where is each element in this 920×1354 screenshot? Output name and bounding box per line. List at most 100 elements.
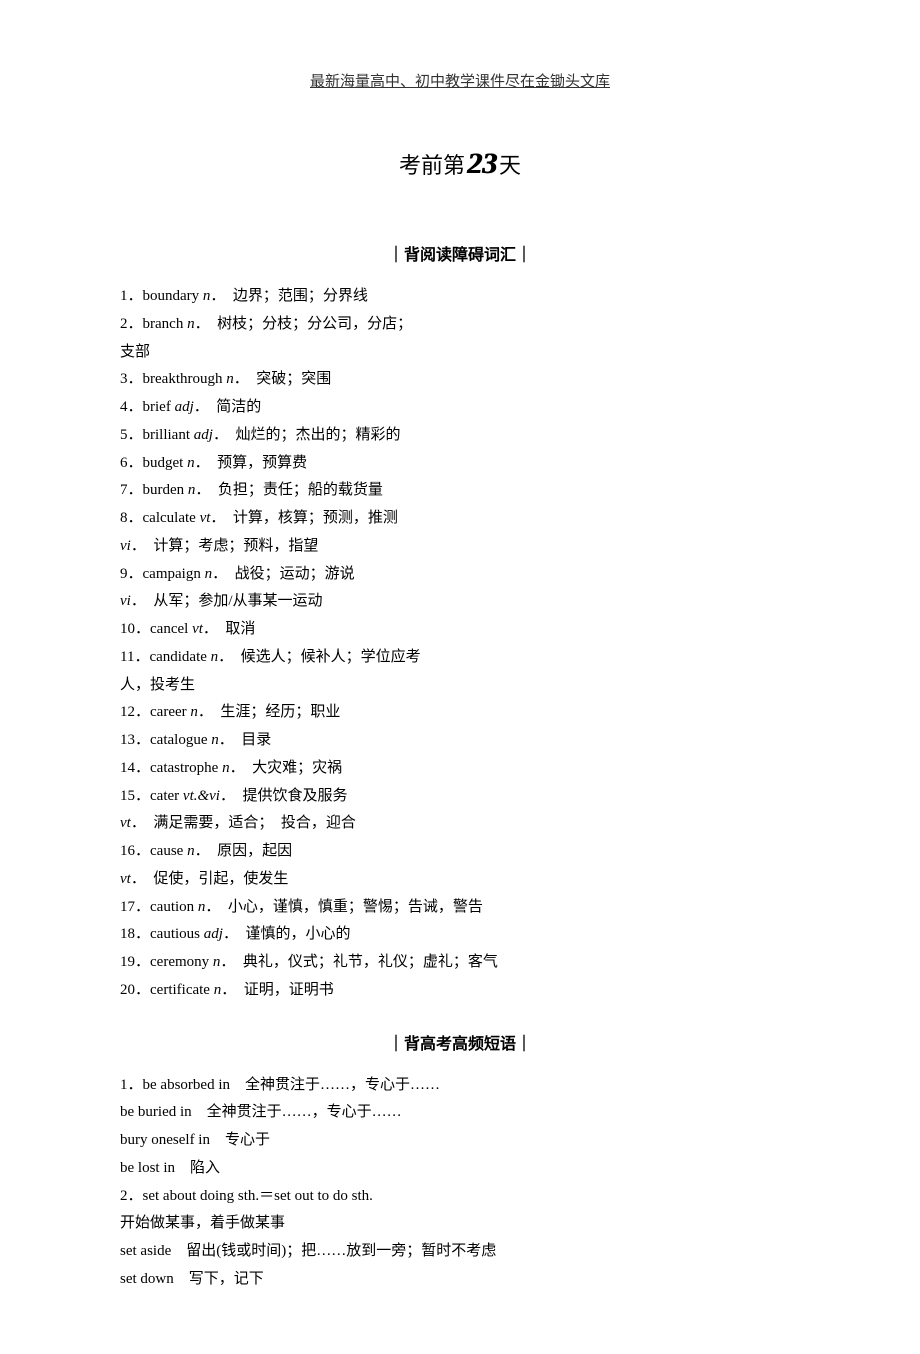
entry-number: 1． bbox=[120, 288, 143, 304]
entry-definition: 专心于 bbox=[210, 1132, 270, 1148]
vocab-entry: 16．cause n． 原因，起因 bbox=[120, 838, 800, 866]
entry-number: 18． bbox=[120, 926, 150, 942]
vocab-entry: 18．cautious adj． 谨慎的，小心的 bbox=[120, 921, 800, 949]
entry-definition: 开始做某事，着手做某事 bbox=[120, 1215, 285, 1231]
entry-definition: ． 候选人；候补人；学位应考 bbox=[218, 649, 421, 665]
entry-definition: ． 树枝；分枝；分公司，分店； bbox=[195, 316, 413, 332]
vocab-entry: 17．caution n． 小心，谨慎，慎重；警惕；告诫，警告 bbox=[120, 894, 800, 922]
vocab-entry: be buried in 全神贯注于……，专心于…… bbox=[120, 1099, 800, 1127]
entry-number: 6． bbox=[120, 455, 143, 471]
entry-word: cause bbox=[150, 843, 187, 859]
entry-number: 2． bbox=[120, 316, 143, 332]
entry-word: cancel bbox=[150, 621, 192, 637]
entry-pos: n bbox=[211, 732, 219, 748]
entry-word: career bbox=[150, 704, 190, 720]
entry-word: burden bbox=[143, 482, 188, 498]
header-text: 最新海量高中、初中教学课件尽在金锄头文库 bbox=[310, 74, 610, 90]
section-heading: ｜背阅读障碍词汇｜ bbox=[120, 241, 800, 265]
content-sections: ｜背阅读障碍词汇｜1．boundary n． 边界；范围；分界线2．branch… bbox=[120, 241, 800, 1294]
vocab-entry: 14．catastrophe n． 大灾难；灾祸 bbox=[120, 755, 800, 783]
entry-number: 13． bbox=[120, 732, 150, 748]
entry-number: 17． bbox=[120, 899, 150, 915]
entry-word: brief bbox=[143, 399, 175, 415]
vocab-entry: set down 写下，记下 bbox=[120, 1266, 800, 1294]
vocab-entry: 开始做某事，着手做某事 bbox=[120, 1210, 800, 1238]
entry-pos: n bbox=[187, 316, 195, 332]
vocab-entry: 8．calculate vt． 计算，核算；预测，推测 bbox=[120, 505, 800, 533]
entry-pos: adj bbox=[194, 427, 213, 443]
vocab-entry: 2．branch n． 树枝；分枝；分公司，分店； bbox=[120, 311, 800, 339]
entry-word: branch bbox=[143, 316, 188, 332]
entry-definition: ． 边界；范围；分界线 bbox=[210, 288, 368, 304]
vocab-entry: 19．ceremony n． 典礼，仪式；礼节，礼仪；虚礼；客气 bbox=[120, 949, 800, 977]
entry-number: 1． bbox=[120, 1077, 143, 1093]
entry-number: 2． bbox=[120, 1188, 143, 1204]
entry-definition: ． 满足需要，适合； 投合，迎合 bbox=[131, 815, 356, 831]
entry-word: catalogue bbox=[150, 732, 211, 748]
vocab-entry: be lost in 陷入 bbox=[120, 1155, 800, 1183]
entry-definition: ． 目录 bbox=[219, 732, 272, 748]
entry-definition: ． 原因，起因 bbox=[195, 843, 293, 859]
entry-word: budget bbox=[143, 455, 188, 471]
title-suffix: 天 bbox=[499, 153, 521, 178]
entry-definition: ． 小心，谨慎，慎重；警惕；告诫，警告 bbox=[205, 899, 483, 915]
entry-word: catastrophe bbox=[150, 760, 222, 776]
entry-word: set about doing sth.＝set out to do sth. bbox=[143, 1188, 373, 1204]
entry-definition: ． 灿烂的；杰出的；精彩的 bbox=[213, 427, 401, 443]
entry-pos: vi bbox=[120, 593, 131, 609]
entry-word: boundary bbox=[143, 288, 203, 304]
entry-word: bury oneself in bbox=[120, 1132, 210, 1148]
section-heading: ｜背高考高频短语｜ bbox=[120, 1030, 800, 1054]
entry-definition: ． 计算；考虑；预料，指望 bbox=[131, 538, 319, 554]
entry-number: 3． bbox=[120, 371, 143, 387]
entry-definition: 全神贯注于……，专心于…… bbox=[192, 1104, 402, 1120]
entry-word: cater bbox=[150, 788, 183, 804]
title-number: 23 bbox=[465, 147, 499, 181]
entry-number: 7． bbox=[120, 482, 143, 498]
entry-word: caution bbox=[150, 899, 198, 915]
entry-pos: n bbox=[226, 371, 234, 387]
entry-word: calculate bbox=[143, 510, 200, 526]
entry-number: 15． bbox=[120, 788, 150, 804]
entry-definition: ． 提供饮食及服务 bbox=[220, 788, 348, 804]
vocab-entry: set aside 留出(钱或时间)；把……放到一旁；暂时不考虑 bbox=[120, 1238, 800, 1266]
entry-word: set aside bbox=[120, 1243, 171, 1259]
section-content: 1．be absorbed in 全神贯注于……，专心于……be buried … bbox=[120, 1072, 800, 1294]
entry-number: 14． bbox=[120, 760, 150, 776]
vocab-entry: 2．set about doing sth.＝set out to do sth… bbox=[120, 1183, 800, 1211]
document-page: 最新海量高中、初中教学课件尽在金锄头文库 考前第23天 ｜背阅读障碍词汇｜1．b… bbox=[0, 0, 920, 1354]
entry-number: 5． bbox=[120, 427, 143, 443]
entry-word: campaign bbox=[143, 566, 205, 582]
entry-number: 16． bbox=[120, 843, 150, 859]
page-title: 考前第23天 bbox=[120, 147, 800, 181]
entry-word: cautious bbox=[150, 926, 204, 942]
entry-number: 20． bbox=[120, 982, 150, 998]
entry-definition: ． 取消 bbox=[203, 621, 256, 637]
entry-definition: 写下，记下 bbox=[174, 1271, 264, 1287]
entry-number: 19． bbox=[120, 954, 150, 970]
entry-definition: ． 突破；突围 bbox=[234, 371, 332, 387]
entry-number: 8． bbox=[120, 510, 143, 526]
vocab-entry: 6．budget n． 预算，预算费 bbox=[120, 450, 800, 478]
entry-pos: vt bbox=[192, 621, 203, 637]
entry-pos: vt bbox=[120, 871, 131, 887]
entry-number: 12． bbox=[120, 704, 150, 720]
vocab-entry: 20．certificate n． 证明，证明书 bbox=[120, 977, 800, 1005]
entry-pos: n bbox=[187, 843, 195, 859]
entry-definition: ． 谨慎的，小心的 bbox=[223, 926, 351, 942]
vocab-entry: 13．catalogue n． 目录 bbox=[120, 727, 800, 755]
entry-number: 9． bbox=[120, 566, 143, 582]
entry-pos: n bbox=[205, 566, 213, 582]
entry-definition: ． 大灾难；灾祸 bbox=[230, 760, 343, 776]
entry-pos: adj bbox=[204, 926, 223, 942]
section-content: 1．boundary n． 边界；范围；分界线2．branch n． 树枝；分枝… bbox=[120, 283, 800, 1005]
entry-word: be buried in bbox=[120, 1104, 192, 1120]
title-prefix: 考前第 bbox=[399, 153, 465, 178]
vocab-entry: 4．brief adj． 简洁的 bbox=[120, 394, 800, 422]
entry-word: certificate bbox=[150, 982, 214, 998]
entry-pos: n bbox=[190, 704, 198, 720]
entry-definition: ． 从军；参加/从事某一运动 bbox=[131, 593, 323, 609]
entry-definition: 陷入 bbox=[175, 1160, 220, 1176]
entry-word: breakthrough bbox=[143, 371, 227, 387]
entry-number: 4． bbox=[120, 399, 143, 415]
